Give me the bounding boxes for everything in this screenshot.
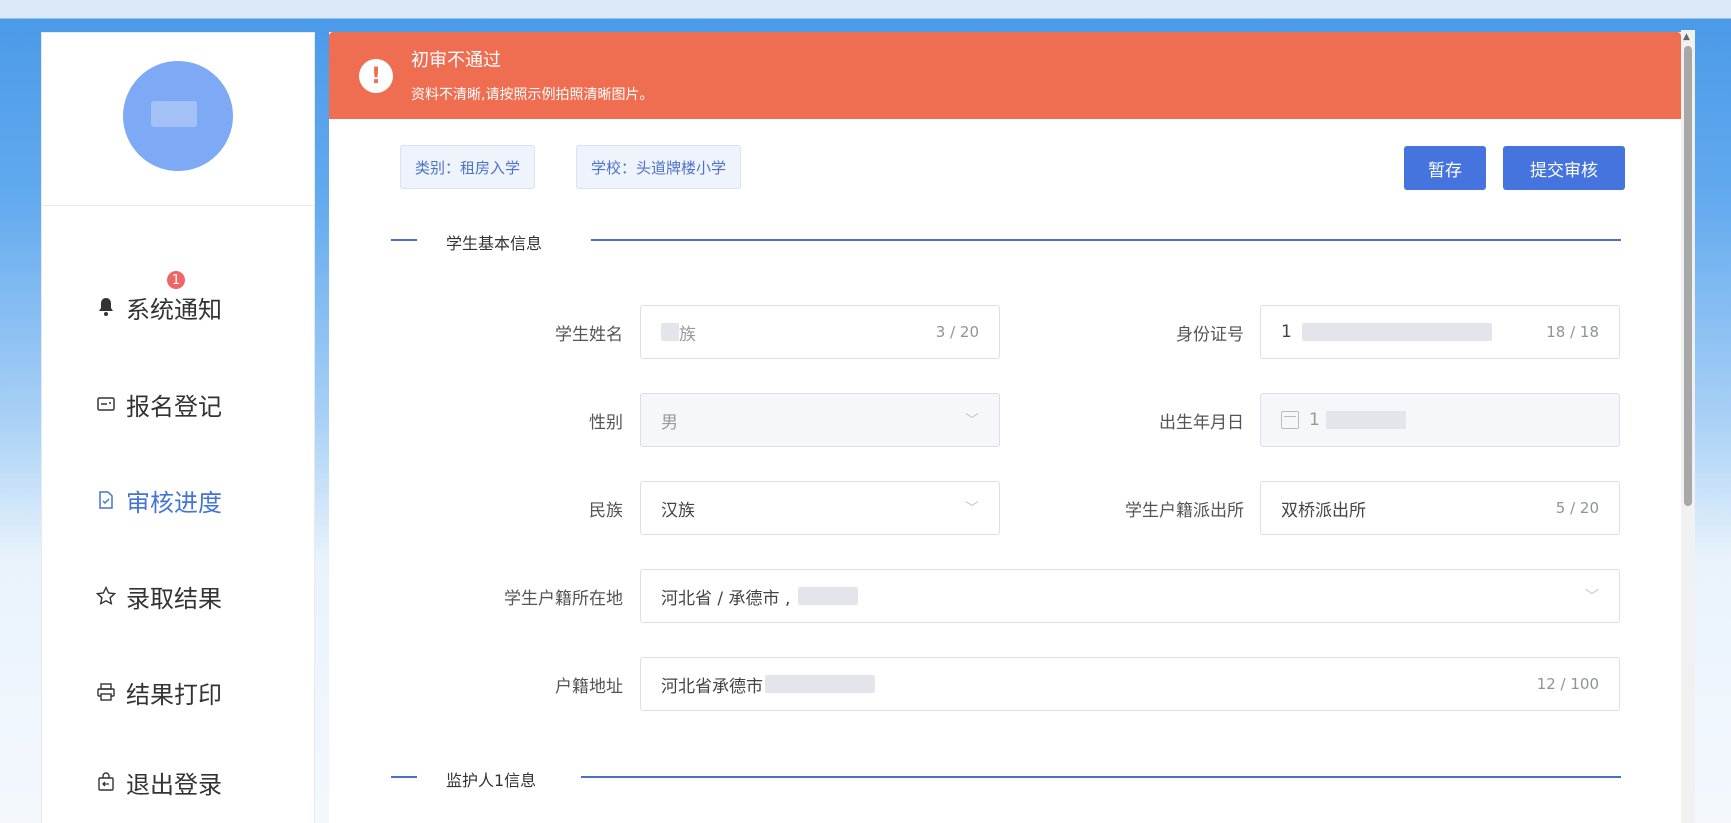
section-divider xyxy=(591,239,1621,241)
char-counter: 3 / 20 xyxy=(935,323,979,341)
section-student-info: 学生基本信息 xyxy=(391,230,1681,253)
main-panel: ! 初审不通过 资料不清晰,请按照示例拍照清晰图片。 类别：租房入学 学校：头道… xyxy=(329,32,1681,823)
sidebar-item-notifications[interactable]: 1 系统通知 xyxy=(96,269,222,327)
sidebar-item-logout[interactable]: 退出登录 xyxy=(96,762,222,802)
document-check-icon xyxy=(96,490,116,510)
avatar-name-redacted xyxy=(151,101,197,127)
police-station-input[interactable]: 双桥派出所 5 / 20 xyxy=(1260,481,1620,535)
id-number-label: 身份证号 xyxy=(1176,324,1244,345)
notification-badge: 1 xyxy=(165,269,187,291)
sidebar-item-label: 结果打印 xyxy=(126,680,222,709)
alert-description: 资料不清晰,请按照示例拍照清晰图片。 xyxy=(411,87,654,103)
avatar-area xyxy=(42,33,314,206)
id-number-input[interactable]: 1 18 / 18 xyxy=(1260,305,1620,359)
sidebar-item-label: 录取结果 xyxy=(126,584,222,613)
redacted-text xyxy=(661,323,679,341)
category-tag: 类别：租房入学 xyxy=(400,145,536,189)
household-location-cascader[interactable]: 河北省 / 承德市 , ﹀ xyxy=(640,569,1620,623)
gender-value: 男 xyxy=(661,412,678,433)
redacted-text xyxy=(765,675,875,693)
birthdate-value: 1 xyxy=(1309,410,1320,430)
sidebar-item-admission-result[interactable]: 录取结果 xyxy=(96,576,222,616)
calendar-icon xyxy=(1281,411,1299,429)
char-counter: 12 / 100 xyxy=(1536,675,1599,693)
sidebar-item-label: 退出登录 xyxy=(126,770,222,799)
redacted-text xyxy=(1301,323,1492,341)
ethnicity-label: 民族 xyxy=(589,500,623,521)
id-number-value: 1 xyxy=(1281,322,1292,342)
alert-title: 初审不通过 xyxy=(411,50,501,71)
sidebar-item-label: 系统通知 xyxy=(126,295,222,324)
student-name-value: 族 xyxy=(679,324,696,345)
household-address-input[interactable]: 河北省承德市 12 / 100 xyxy=(640,657,1620,711)
section-dash xyxy=(391,776,417,778)
address-label: 户籍地址 xyxy=(555,676,623,697)
logout-icon xyxy=(96,772,116,792)
scroll-up-arrow-icon[interactable]: ▲ xyxy=(1683,32,1690,42)
police-station-value: 双桥派出所 xyxy=(1281,500,1366,521)
scrollbar-thumb[interactable] xyxy=(1684,46,1692,506)
sidebar-item-review-progress[interactable]: 审核进度 xyxy=(96,480,222,520)
household-location-value: 河北省 / 承德市 , xyxy=(661,588,791,609)
birthdate-label: 出生年月日 xyxy=(1159,412,1244,433)
section-dash xyxy=(391,239,417,241)
section-guardian-info: 监护人1信息 xyxy=(391,767,1681,790)
sidebar: 1 系统通知 报名登记 审核进度 录取结果 结果打印 退出登录 xyxy=(41,32,315,823)
sidebar-item-registration[interactable]: 报名登记 xyxy=(96,384,222,424)
sidebar-item-print-result[interactable]: 结果打印 xyxy=(96,672,222,712)
chevron-down-icon: ﹀ xyxy=(965,413,979,429)
section-title: 学生基本信息 xyxy=(446,234,543,253)
police-station-label: 学生户籍派出所 xyxy=(1125,500,1244,521)
birthdate-picker[interactable]: 1 xyxy=(1260,393,1620,447)
chevron-down-icon: ﹀ xyxy=(1585,589,1599,605)
warning-icon: ! xyxy=(359,59,393,93)
save-draft-button[interactable]: 暂存 xyxy=(1404,146,1486,190)
gender-select[interactable]: 男 ﹀ xyxy=(640,393,1000,447)
chevron-down-icon: ﹀ xyxy=(965,501,979,517)
ethnicity-value: 汉族 xyxy=(661,500,695,521)
char-counter: 18 / 18 xyxy=(1546,323,1599,341)
avatar[interactable] xyxy=(123,61,233,171)
char-counter: 5 / 20 xyxy=(1555,499,1599,517)
id-card-icon xyxy=(96,394,116,414)
bell-icon xyxy=(96,297,116,317)
school-tag: 学校：头道牌楼小学 xyxy=(576,145,742,189)
sidebar-item-label: 报名登记 xyxy=(126,392,222,421)
gender-label: 性别 xyxy=(589,412,623,433)
review-failed-alert: ! 初审不通过 资料不清晰,请按照示例拍照清晰图片。 xyxy=(329,32,1681,119)
star-icon xyxy=(96,586,116,606)
submit-review-button[interactable]: 提交审核 xyxy=(1503,146,1625,190)
ethnicity-select[interactable]: 汉族 ﹀ xyxy=(640,481,1000,535)
sidebar-item-label: 审核进度 xyxy=(126,488,222,517)
printer-icon xyxy=(96,682,116,702)
household-address-value: 河北省承德市 xyxy=(661,676,763,697)
student-name-input[interactable]: 族 3 / 20 xyxy=(640,305,1000,359)
household-location-label: 学生户籍所在地 xyxy=(504,588,623,609)
redacted-text xyxy=(1325,411,1406,429)
section-title: 监护人1信息 xyxy=(446,771,537,790)
name-label: 学生姓名 xyxy=(555,324,623,345)
redacted-text xyxy=(798,587,859,605)
section-divider xyxy=(581,776,1621,778)
